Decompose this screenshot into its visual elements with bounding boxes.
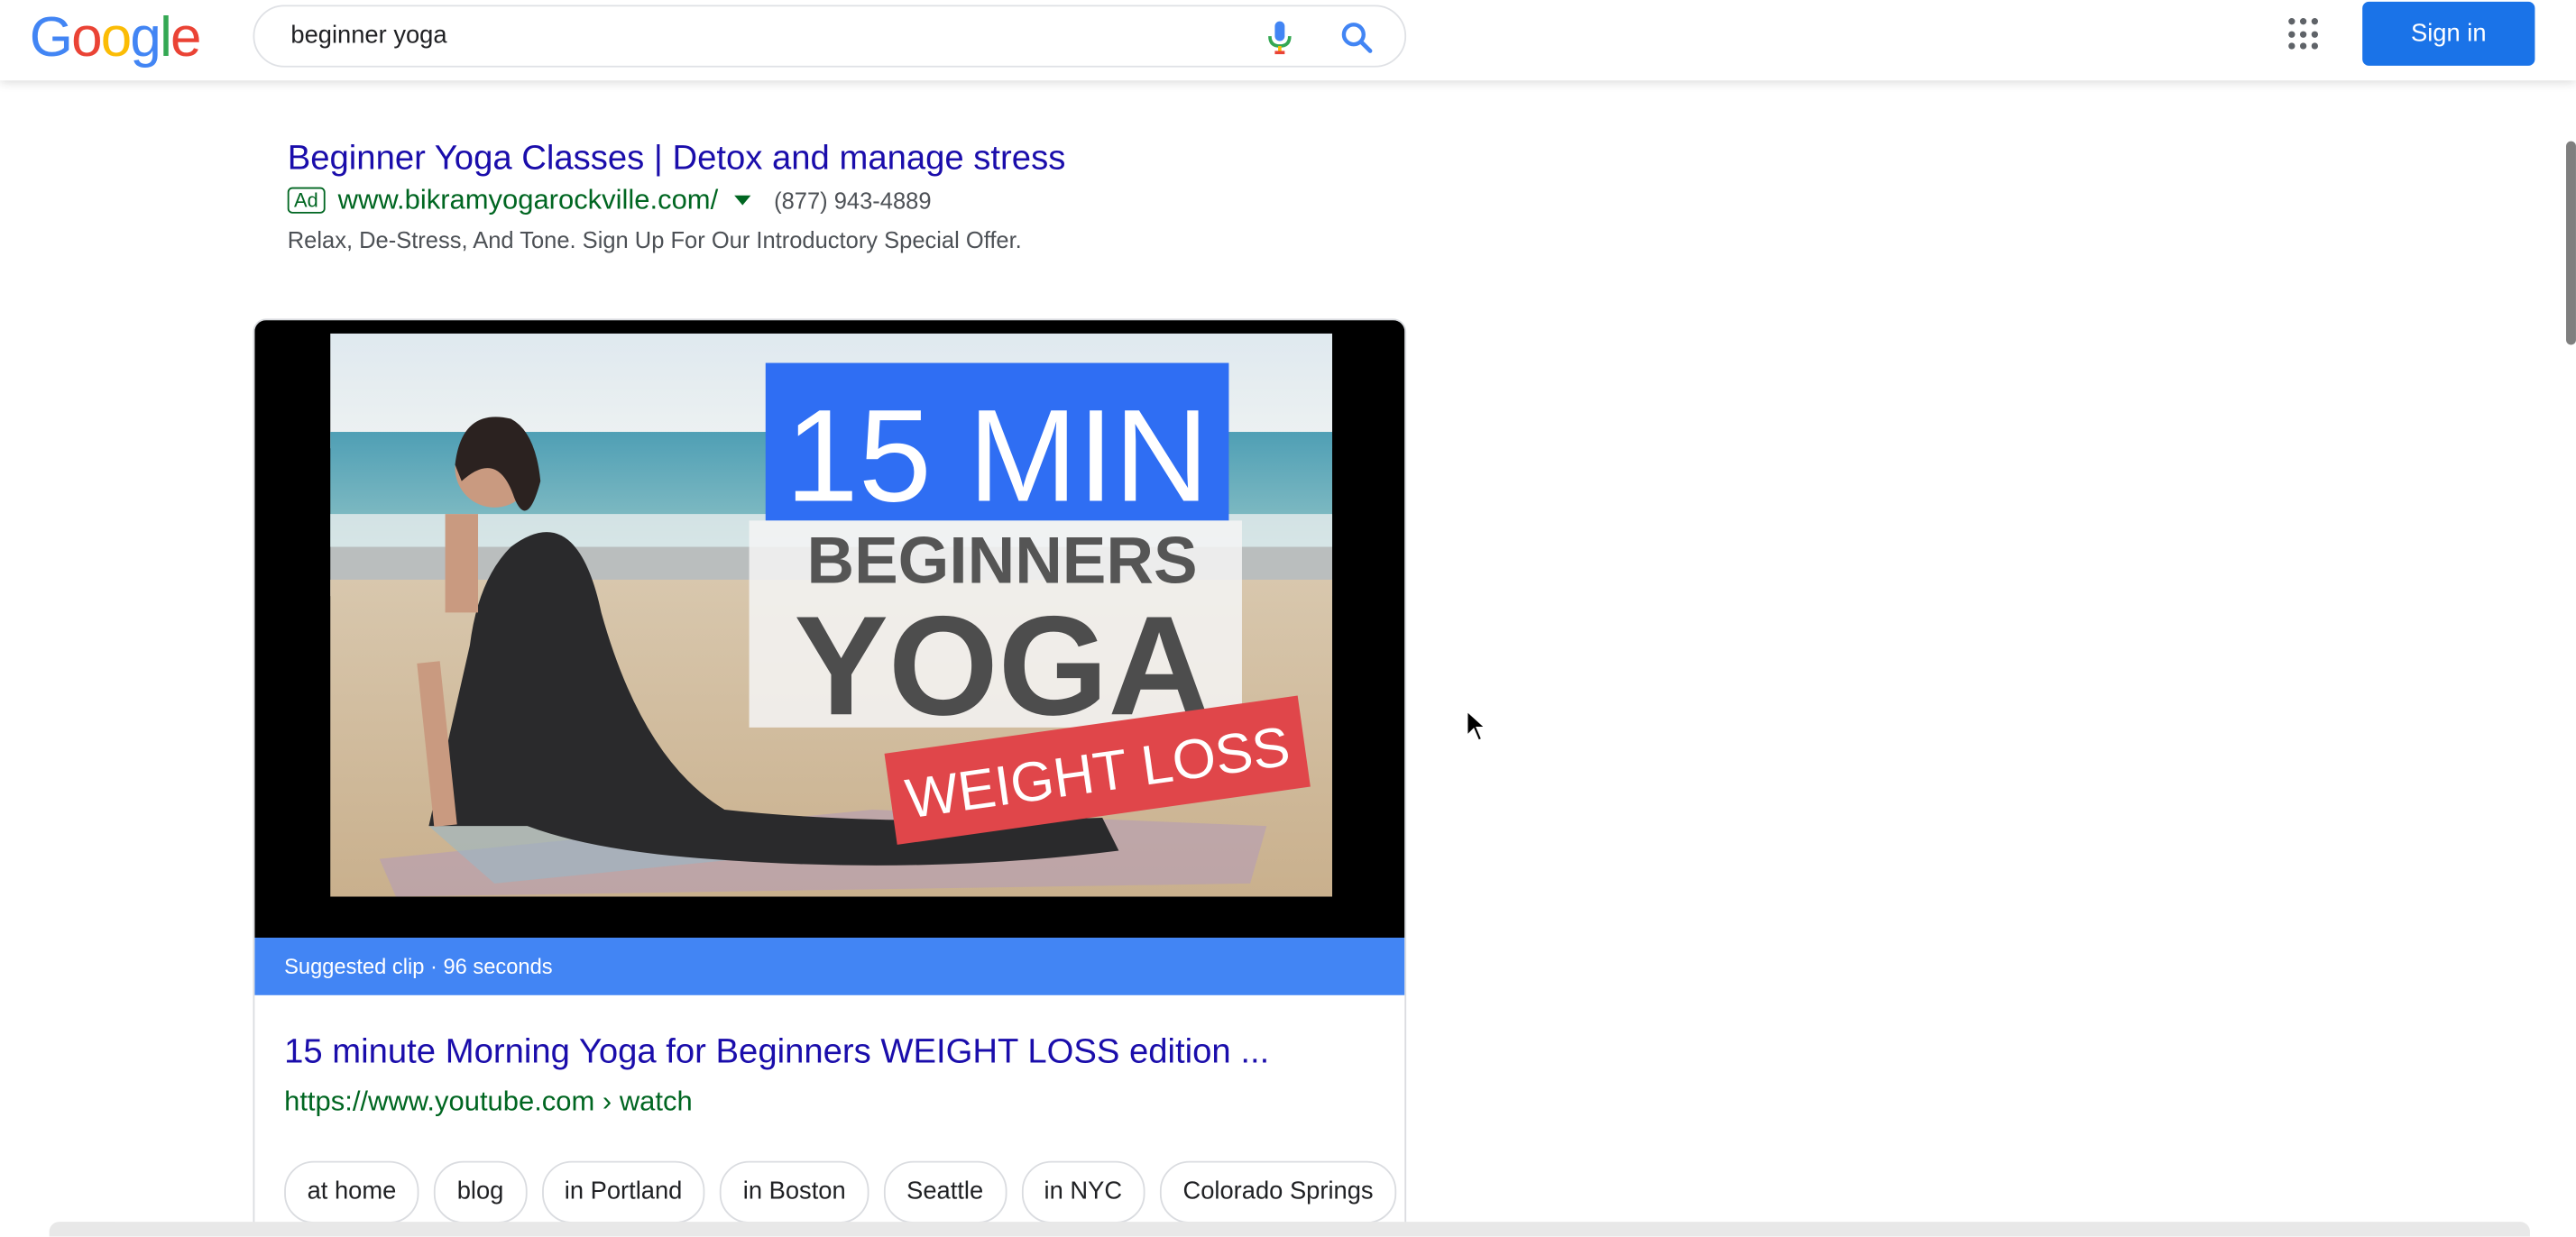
logo-letter: o (71, 6, 102, 69)
page-scrollbar[interactable] (2566, 141, 2576, 345)
ad-url[interactable]: www.bikramyogarockville.com/ (338, 184, 719, 216)
video-url[interactable]: https://www.youtube.com › watch (284, 1086, 693, 1118)
dropdown-caret-icon[interactable] (734, 195, 751, 206)
ad-url-line: Ad www.bikramyogarockville.com/ (877) 94… (287, 184, 1066, 216)
ad-description: Relax, De-Stress, And Tone. Sign Up For … (287, 226, 1022, 253)
chip-in-portland[interactable]: in Portland (541, 1160, 705, 1223)
chip-blog[interactable]: blog (434, 1160, 527, 1223)
chip-at-home[interactable]: at home (284, 1160, 419, 1223)
thumbnail-image: 15 MIN BEGINNERS YOGA WEIGHT LOSS (330, 333, 1333, 897)
logo-letter: l (160, 6, 172, 69)
microphone-icon[interactable] (1266, 20, 1293, 56)
sign-in-button[interactable]: Sign in (2362, 1, 2535, 66)
chip-seattle[interactable]: Seattle (883, 1160, 1007, 1223)
google-logo[interactable]: Google (29, 6, 202, 70)
search-input[interactable]: beginner yoga (290, 22, 446, 50)
chip-in-boston[interactable]: in Boston (720, 1160, 869, 1223)
mouse-cursor-icon (1466, 709, 1487, 742)
logo-letter: g (130, 6, 161, 69)
ad-phone[interactable]: (877) 943-4889 (774, 188, 931, 214)
ad-badge: Ad (287, 187, 326, 214)
bottom-panel-edge (49, 1222, 2530, 1237)
related-chips: at home blog in Portland in Boston Seatt… (284, 1160, 1397, 1223)
search-results-page: Google beginner yoga Sign in Beginner Yo… (0, 0, 2576, 1237)
chip-colorado-springs[interactable]: Colorado Springs (1159, 1160, 1397, 1223)
thumb-line-1: 15 MIN (786, 382, 1210, 529)
logo-letter: o (100, 6, 132, 69)
video-title-link[interactable]: 15 minute Morning Yoga for Beginners WEI… (284, 1033, 1269, 1073)
video-thumbnail[interactable]: 15 MIN BEGINNERS YOGA WEIGHT LOSS (330, 333, 1333, 897)
logo-letter: G (29, 6, 73, 69)
logo-letter: e (170, 6, 201, 69)
ad-result: Beginner Yoga Classes | Detox and manage… (287, 138, 1066, 253)
search-box[interactable]: beginner yoga (253, 5, 1407, 68)
top-header: Google beginner yoga Sign in (0, 0, 2576, 81)
suggested-clip-bar: Suggested clip · 96 seconds (254, 938, 1405, 995)
chip-in-nyc[interactable]: in NYC (1021, 1160, 1145, 1223)
video-result-card: 15 MIN BEGINNERS YOGA WEIGHT LOSS Sugges… (253, 318, 1407, 1237)
ad-title-link[interactable]: Beginner Yoga Classes | Detox and manage… (288, 138, 1066, 180)
apps-grid-icon[interactable] (2288, 18, 2321, 50)
video-player[interactable]: 15 MIN BEGINNERS YOGA WEIGHT LOSS (254, 320, 1405, 939)
search-icon[interactable] (1339, 20, 1375, 56)
